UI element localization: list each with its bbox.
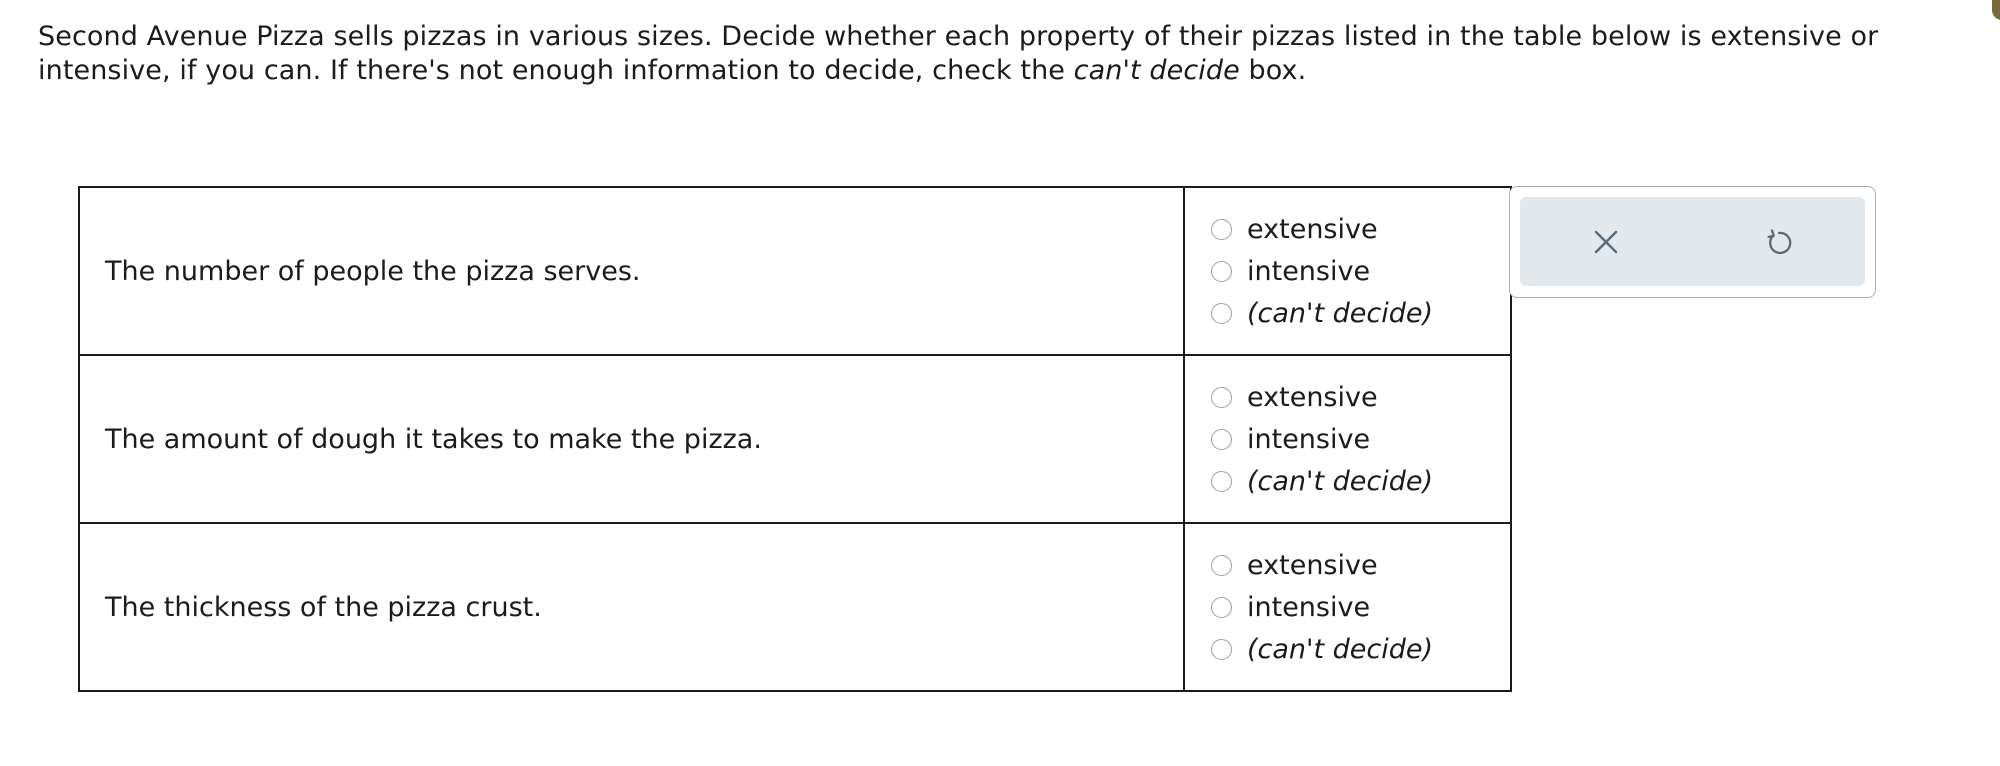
undo-icon bbox=[1767, 228, 1792, 254]
radio-button[interactable] bbox=[1211, 428, 1232, 450]
prompt-emphasis: can't decide bbox=[1073, 55, 1240, 86]
undo-button[interactable] bbox=[1693, 197, 1865, 286]
option-label: extensive bbox=[1247, 549, 1378, 581]
option-group: extensive intensive (can't decide) bbox=[1183, 522, 1512, 692]
option-label: intensive bbox=[1247, 255, 1371, 287]
option-cant-decide[interactable]: (can't decide) bbox=[1211, 628, 1510, 670]
clear-button[interactable] bbox=[1520, 197, 1692, 286]
option-intensive[interactable]: intensive bbox=[1211, 418, 1510, 460]
question-prompt: Second Avenue Pizza sells pizzas in vari… bbox=[38, 20, 1958, 88]
option-label: intensive bbox=[1247, 423, 1371, 455]
property-statement: The number of people the pizza serves. bbox=[78, 186, 1185, 356]
tools-button-bar bbox=[1520, 197, 1865, 286]
property-table: The number of people the pizza serves. e… bbox=[78, 186, 1512, 692]
prompt-text: Second Avenue Pizza sells pizzas in vari… bbox=[38, 21, 1879, 86]
option-intensive[interactable]: intensive bbox=[1211, 586, 1510, 628]
radio-button[interactable] bbox=[1211, 470, 1232, 492]
option-extensive[interactable]: extensive bbox=[1211, 544, 1510, 586]
option-label: extensive bbox=[1247, 381, 1378, 413]
radio-button[interactable] bbox=[1211, 260, 1232, 282]
corner-decoration bbox=[1992, 0, 2000, 20]
option-label: intensive bbox=[1247, 591, 1371, 623]
table-row: The amount of dough it takes to make the… bbox=[78, 354, 1512, 524]
option-intensive[interactable]: intensive bbox=[1211, 250, 1510, 292]
option-label: (can't decide) bbox=[1247, 297, 1434, 329]
option-extensive[interactable]: extensive bbox=[1211, 376, 1510, 418]
radio-button[interactable] bbox=[1211, 386, 1232, 408]
answer-tools-panel bbox=[1509, 186, 1876, 298]
option-label: extensive bbox=[1247, 213, 1378, 245]
option-cant-decide[interactable]: (can't decide) bbox=[1211, 292, 1510, 334]
property-statement: The thickness of the pizza crust. bbox=[78, 522, 1185, 692]
option-group: extensive intensive (can't decide) bbox=[1183, 354, 1512, 524]
radio-button[interactable] bbox=[1211, 554, 1232, 576]
option-extensive[interactable]: extensive bbox=[1211, 208, 1510, 250]
radio-button[interactable] bbox=[1211, 218, 1232, 240]
property-statement: The amount of dough it takes to make the… bbox=[78, 354, 1185, 524]
radio-button[interactable] bbox=[1211, 302, 1232, 324]
option-group: extensive intensive (can't decide) bbox=[1183, 186, 1512, 356]
radio-button[interactable] bbox=[1211, 596, 1232, 618]
x-icon bbox=[1594, 230, 1618, 253]
radio-button[interactable] bbox=[1211, 638, 1232, 660]
option-label: (can't decide) bbox=[1247, 633, 1434, 665]
option-label: (can't decide) bbox=[1247, 465, 1434, 497]
table-row: The number of people the pizza serves. e… bbox=[78, 186, 1512, 356]
option-cant-decide[interactable]: (can't decide) bbox=[1211, 460, 1510, 502]
prompt-text-end: box. bbox=[1239, 55, 1307, 86]
table-row: The thickness of the pizza crust. extens… bbox=[78, 522, 1512, 692]
